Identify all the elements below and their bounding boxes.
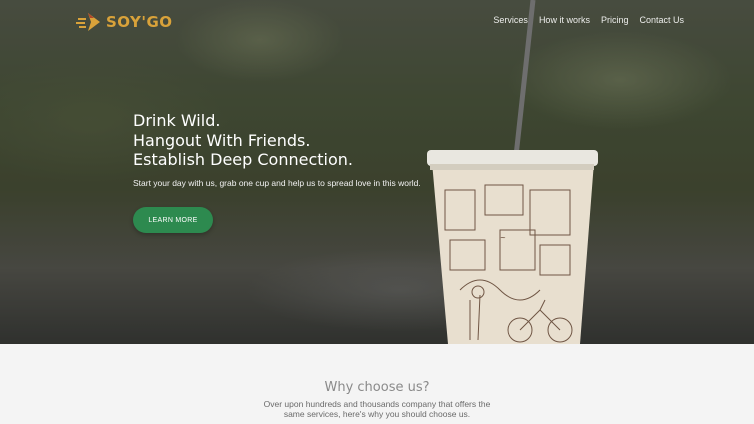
top-navbar: SOY'GO Services How it works Pricing Con…	[0, 0, 754, 44]
section-description: Over upon hundreds and thousands company…	[263, 399, 491, 419]
hero-heading: Drink Wild. Hangout With Friends. Establ…	[133, 111, 421, 170]
hero-heading-line-3: Establish Deep Connection.	[133, 150, 353, 169]
nav-link-services[interactable]: Services	[493, 15, 528, 25]
brand-name: SOY'GO	[106, 13, 173, 31]
brand-logo[interactable]: SOY'GO	[76, 9, 173, 35]
learn-more-button[interactable]: LEARN MORE	[133, 207, 213, 233]
nav-link-contact-us[interactable]: Contact Us	[639, 15, 684, 25]
hero-subtitle: Start your day with us, grab one cup and…	[133, 177, 421, 188]
svg-text:~: ~	[500, 234, 506, 242]
nav-link-how-it-works[interactable]: How it works	[539, 15, 590, 25]
hero-section: ~ SOY'GO Services How it works Pricing C…	[0, 0, 754, 344]
hero-heading-line-2: Hangout With Friends.	[133, 130, 311, 150]
delivery-cup-logo-icon	[76, 13, 100, 31]
section-title: Why choose us?	[324, 380, 430, 395]
hero-text-block: Drink Wild. Hangout With Friends. Establ…	[133, 111, 421, 188]
nav-link-pricing[interactable]: Pricing	[601, 15, 629, 25]
nav-links: Services How it works Pricing Contact Us	[493, 15, 684, 25]
why-choose-us-section: Why choose us? Over upon hundreds and th…	[0, 344, 754, 424]
hero-heading-line-1: Drink Wild.	[133, 111, 221, 130]
